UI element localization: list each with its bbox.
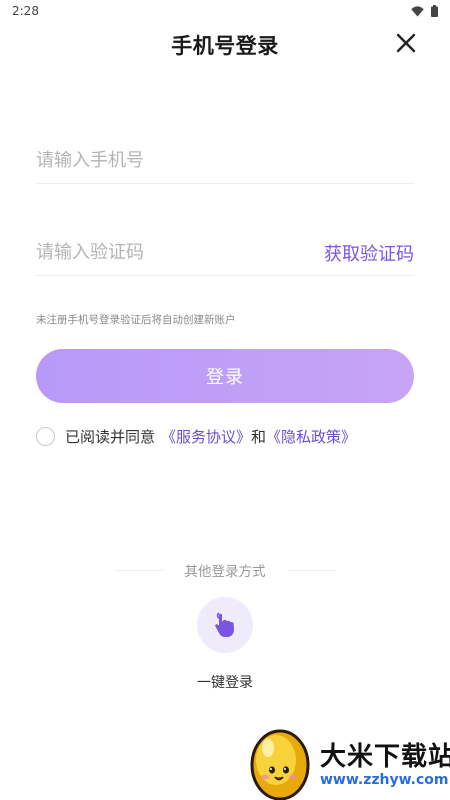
tap-icon bbox=[215, 612, 235, 637]
service-agreement-link[interactable]: 《服务协议》 bbox=[161, 426, 251, 447]
agreement-row: 已阅读并同意 《服务协议》 和 《隐私政策》 bbox=[36, 426, 356, 447]
divider-left bbox=[114, 569, 163, 571]
register-hint: 未注册手机号登录验证后将自动创建新账户 bbox=[36, 314, 236, 326]
close-button[interactable] bbox=[394, 31, 418, 55]
phone-field-row bbox=[36, 138, 414, 184]
page-title: 手机号登录 bbox=[171, 34, 279, 58]
status-icons bbox=[411, 5, 438, 17]
one-key-login-label: 一键登录 bbox=[197, 675, 253, 691]
site-watermark: 大米下载站 www.zzhyw.com bbox=[246, 720, 450, 800]
other-login-title: 其他登录方式 bbox=[184, 564, 266, 580]
agreement-prefix: 已阅读并同意 bbox=[65, 428, 156, 446]
verification-code-input[interactable] bbox=[36, 242, 324, 263]
wifi-icon bbox=[411, 5, 424, 16]
login-button-label: 登录 bbox=[206, 367, 244, 388]
code-field-row: 获取验证码 bbox=[36, 230, 414, 276]
close-icon bbox=[396, 33, 416, 53]
watermark-name: 大米下载站 bbox=[320, 742, 450, 772]
login-button[interactable]: 登录 bbox=[36, 349, 414, 403]
battery-icon bbox=[431, 5, 438, 17]
status-time: 2:28 bbox=[12, 4, 39, 18]
watermark-url: www.zzhyw.com bbox=[320, 772, 449, 788]
agreement-checkbox[interactable] bbox=[36, 427, 55, 446]
agreement-and: 和 bbox=[251, 428, 267, 446]
status-bar: 2:28 bbox=[0, 0, 450, 22]
divider-right bbox=[287, 569, 336, 571]
phone-input[interactable] bbox=[36, 150, 414, 171]
login-screen: 2:28 手机号登录 获取验证码 未注册手机号登录验证后将自动创建新账户 登录 bbox=[0, 0, 450, 800]
egg-mascot-logo bbox=[250, 729, 310, 800]
get-code-button[interactable]: 获取验证码 bbox=[324, 240, 414, 266]
other-login-header: 其他登录方式 bbox=[0, 560, 450, 580]
one-key-login-button[interactable] bbox=[197, 597, 253, 653]
privacy-policy-link[interactable]: 《隐私政策》 bbox=[266, 426, 356, 447]
